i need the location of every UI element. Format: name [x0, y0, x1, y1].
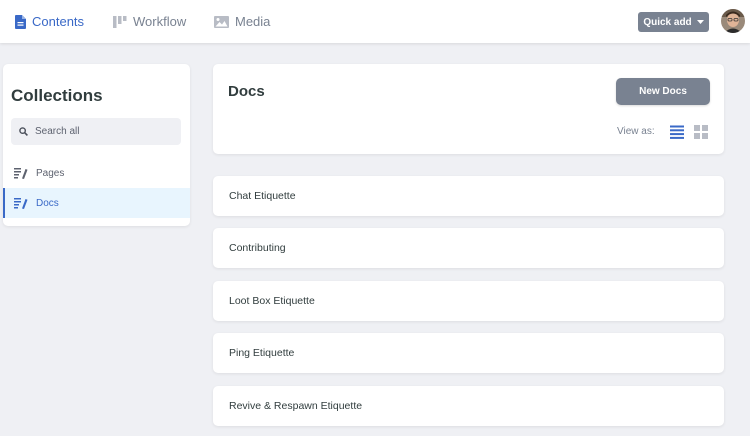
entry-row[interactable]: Chat Etiquette [213, 176, 724, 216]
view-as-label: View as: [617, 126, 655, 137]
workflow-icon [113, 15, 127, 28]
nav-contents-label: Contents [32, 14, 85, 29]
nav-contents[interactable]: Contents [15, 0, 84, 43]
image-icon [214, 15, 229, 28]
collections-title: Collections [11, 86, 103, 105]
entry-row[interactable]: Contributing [213, 228, 724, 268]
search-box[interactable] [11, 118, 181, 145]
nav-media-label: Media [235, 14, 271, 29]
caret-down-icon [696, 20, 704, 24]
search-input[interactable] [35, 126, 165, 137]
quick-add-button[interactable]: Quick add [638, 12, 709, 32]
entry-row[interactable]: Loot Box Etiquette [213, 281, 724, 321]
sidebar-item-label: Docs [36, 197, 59, 209]
sidebar-item-docs[interactable]: Docs [3, 188, 190, 218]
collection-icon [14, 167, 28, 179]
sidebar-item-pages[interactable]: Pages [3, 158, 190, 188]
collections-panel: Collections Pages [3, 64, 190, 226]
top-nav-bar: Contents Workflow Media Quick add [0, 0, 750, 43]
search-icon [19, 127, 28, 136]
nav-workflow[interactable]: Workflow [113, 0, 186, 43]
collection-icon [14, 197, 28, 209]
nav-workflow-label: Workflow [133, 14, 187, 29]
sidebar-item-label: Pages [36, 167, 65, 179]
grid-view-icon[interactable] [694, 125, 708, 139]
document-icon [15, 14, 26, 29]
entry-row[interactable]: Ping Etiquette [213, 333, 724, 373]
list-view-icon[interactable] [670, 125, 684, 139]
collection-header: Docs New Docs View as: [213, 64, 724, 154]
entry-row[interactable]: Revive & Respawn Etiquette [213, 386, 724, 426]
page-title: Docs [228, 83, 265, 100]
avatar[interactable] [721, 9, 745, 33]
nav-media[interactable]: Media [214, 0, 270, 43]
quick-add-label: Quick add [643, 16, 692, 28]
new-docs-button[interactable]: New Docs [616, 78, 710, 105]
